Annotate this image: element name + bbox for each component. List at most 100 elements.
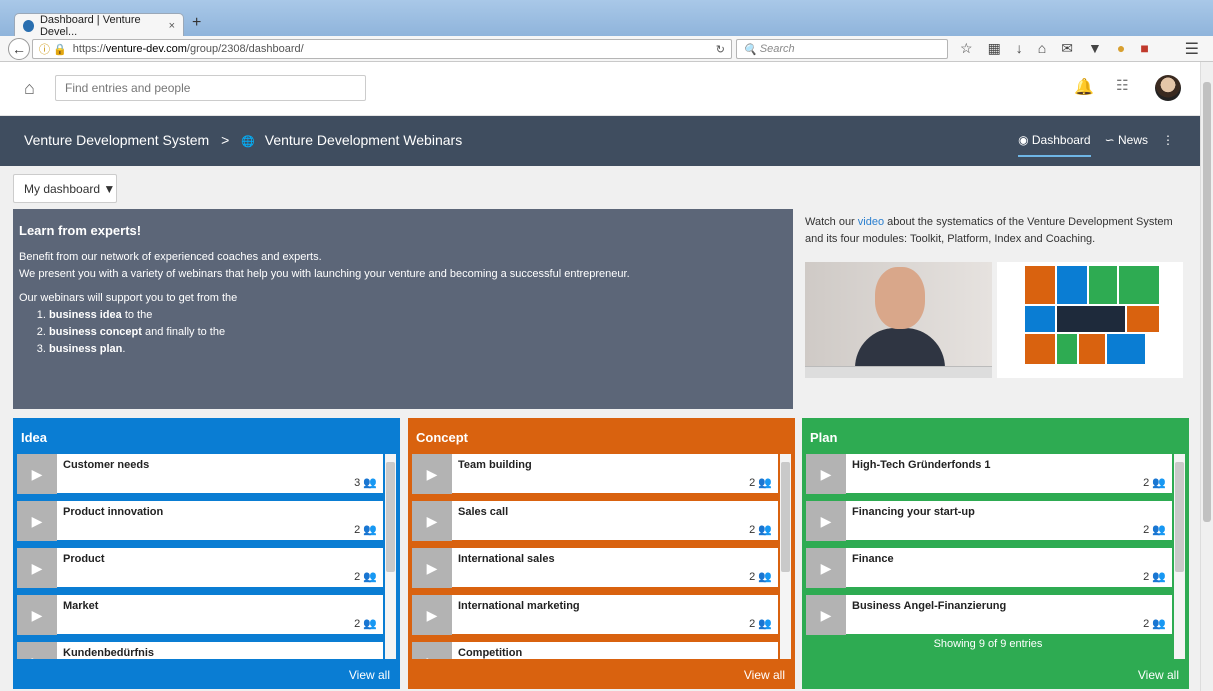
- entry-title[interactable]: Team building: [458, 459, 532, 471]
- list-item[interactable]: ▶ Finance 2 👥: [806, 548, 1172, 591]
- list-scrollbar[interactable]: [385, 454, 396, 659]
- participant-count: 2 👥: [749, 477, 772, 489]
- video-camera-icon: ▶: [17, 501, 57, 541]
- modules-graphic[interactable]: [997, 262, 1183, 378]
- view-all-link[interactable]: View all: [13, 658, 400, 689]
- learn-line2: We present you with a variety of webinar…: [19, 268, 630, 280]
- list-scrollbar-thumb[interactable]: [386, 462, 395, 572]
- video-player[interactable]: [805, 262, 992, 378]
- list-item[interactable]: ▶ Customer needs 3 👥: [17, 454, 383, 497]
- entry-title[interactable]: Finance: [852, 553, 894, 565]
- entry-title[interactable]: International marketing: [458, 600, 580, 612]
- column-title: Idea: [21, 430, 48, 445]
- list-item[interactable]: ▶ High-Tech Gründerfonds 1 2 👥: [806, 454, 1172, 497]
- column-title: Concept: [416, 430, 468, 445]
- page-scrollbar[interactable]: [1200, 62, 1213, 691]
- entry-title[interactable]: International sales: [458, 553, 555, 565]
- extension-icon[interactable]: ●: [1117, 40, 1125, 57]
- list-scrollbar[interactable]: [1174, 454, 1185, 659]
- showing-entries: Showing 9 of 9 entries: [933, 638, 1043, 650]
- video-description: Watch our video about the systematics of…: [805, 216, 1173, 245]
- list-item[interactable]: ▶ Product innovation 2 👥: [17, 501, 383, 544]
- bell-icon[interactable]: 🔔: [1074, 77, 1094, 97]
- browser-search-placeholder: Search: [759, 43, 795, 55]
- list-item[interactable]: ▶Competition: [412, 642, 778, 659]
- new-tab-button[interactable]: +: [192, 14, 201, 32]
- entry-title[interactable]: Sales call: [458, 506, 508, 518]
- list-item[interactable]: ▶ Product 2 👥: [17, 548, 383, 591]
- video-camera-icon: ▶: [412, 548, 452, 588]
- back-button[interactable]: ←: [8, 38, 30, 60]
- browser-search-input[interactable]: 🔍 Search: [736, 39, 948, 59]
- list-scrollbar[interactable]: [780, 454, 791, 659]
- entry-title[interactable]: Product: [63, 553, 105, 565]
- list-scrollbar-thumb[interactable]: [1175, 462, 1184, 572]
- browser-tab[interactable]: Dashboard | Venture Devel... ×: [14, 13, 184, 38]
- breadcrumb: Venture Development System > 🌐 Venture D…: [24, 132, 462, 148]
- pocket-icon[interactable]: ▼: [1088, 40, 1102, 57]
- participant-count: 2 👥: [749, 618, 772, 630]
- address-bar[interactable]: ⓘ 🔒 https://venture-dev.com/group/2308/d…: [32, 39, 732, 59]
- more-options-icon[interactable]: ⋮: [1162, 133, 1174, 157]
- find-input[interactable]: Find entries and people: [55, 75, 366, 101]
- bookmark-star-icon[interactable]: ☆: [960, 40, 973, 57]
- video-camera-icon: ▶: [17, 548, 57, 588]
- reload-icon[interactable]: ↻: [716, 43, 725, 56]
- video-camera-icon: ▶: [412, 642, 452, 659]
- view-all-link[interactable]: View all: [408, 658, 795, 689]
- participant-count: 2 👥: [749, 524, 772, 536]
- list-item[interactable]: ▶ International marketing 2 👥: [412, 595, 778, 638]
- list-item[interactable]: ▶ Team building 2 👥: [412, 454, 778, 497]
- tab-close-icon[interactable]: ×: [169, 20, 175, 32]
- sitemap-icon[interactable]: ☷: [1116, 77, 1129, 94]
- find-placeholder: Find entries and people: [65, 81, 191, 95]
- video-controls[interactable]: [805, 366, 992, 378]
- list-item[interactable]: ▶Kundenbedürfnis: [17, 642, 383, 659]
- list-item[interactable]: ▶ Market 2 👥: [17, 595, 383, 638]
- browser-toolbar: ☆ ▦ ↓ ⌂ ✉ ▼ ● ■: [960, 40, 1149, 57]
- tab-dashboard[interactable]: ◉ Dashboard: [1018, 133, 1091, 157]
- entry-title[interactable]: Customer needs: [63, 459, 149, 471]
- home-icon[interactable]: ⌂: [1038, 40, 1046, 57]
- learn-line3: Our webinars will support you to get fro…: [19, 292, 238, 304]
- view-all-link[interactable]: View all: [802, 658, 1189, 689]
- tab-news-label: News: [1117, 133, 1148, 147]
- menu-icon[interactable]: ☰: [1185, 39, 1199, 59]
- avatar[interactable]: [1155, 75, 1181, 101]
- video-camera-icon: ▶: [17, 595, 57, 635]
- page-scrollbar-thumb[interactable]: [1203, 82, 1211, 522]
- tab-news[interactable]: ∽ News: [1105, 133, 1148, 157]
- video-camera-icon: ▶: [412, 501, 452, 541]
- my-dashboard-dropdown[interactable]: My dashboard ▼: [13, 174, 117, 203]
- participant-count: 2 👥: [354, 618, 377, 630]
- download-icon[interactable]: ↓: [1016, 40, 1023, 57]
- entry-title[interactable]: Market: [63, 600, 98, 612]
- breadcrumb-root[interactable]: Venture Development System: [24, 132, 209, 148]
- addon-icon[interactable]: ■: [1140, 40, 1148, 57]
- video-link[interactable]: video: [858, 216, 884, 228]
- list-item[interactable]: ▶ Business Angel-Finanzierung 2 👥: [806, 595, 1172, 638]
- list-item[interactable]: ▶ Sales call 2 👥: [412, 501, 778, 544]
- mail-icon[interactable]: ✉: [1061, 40, 1073, 57]
- video-camera-icon: ▶: [412, 595, 452, 635]
- list-item[interactable]: ▶ Financing your start-up 2 👥: [806, 501, 1172, 544]
- breadcrumb-current[interactable]: Venture Development Webinars: [265, 132, 462, 148]
- video-camera-icon: ▶: [412, 454, 452, 494]
- presenter-head: [875, 267, 925, 329]
- entry-title[interactable]: Financing your start-up: [852, 506, 975, 518]
- learn-panel: Learn from experts! Benefit from our net…: [13, 209, 793, 409]
- entry-title[interactable]: Product innovation: [63, 506, 163, 518]
- browser-navbar: ← ⓘ 🔒 https://venture-dev.com/group/2308…: [0, 36, 1213, 62]
- home-icon[interactable]: ⌂: [24, 78, 35, 99]
- entry-list: ▶ Team building 2 👥 ▶ Sales call 2 👥 ▶ Internat…: [412, 454, 778, 659]
- page: ⌂ Find entries and people 🔔 ☷ Venture De…: [0, 62, 1200, 691]
- entry-title[interactable]: Business Angel-Finanzierung: [852, 600, 1006, 612]
- list-scrollbar-thumb[interactable]: [781, 462, 790, 572]
- reading-list-icon[interactable]: ▦: [988, 40, 1001, 57]
- entry-title[interactable]: High-Tech Gründerfonds 1: [852, 459, 991, 471]
- video-camera-icon: ▶: [806, 595, 846, 635]
- tab-title: Dashboard | Venture Devel...: [39, 13, 141, 38]
- url-prefix: https://: [72, 43, 106, 55]
- entry-list: ▶ Customer needs 3 👥 ▶ Product innovation 2 👥…: [17, 454, 383, 659]
- list-item[interactable]: ▶ International sales 2 👥: [412, 548, 778, 591]
